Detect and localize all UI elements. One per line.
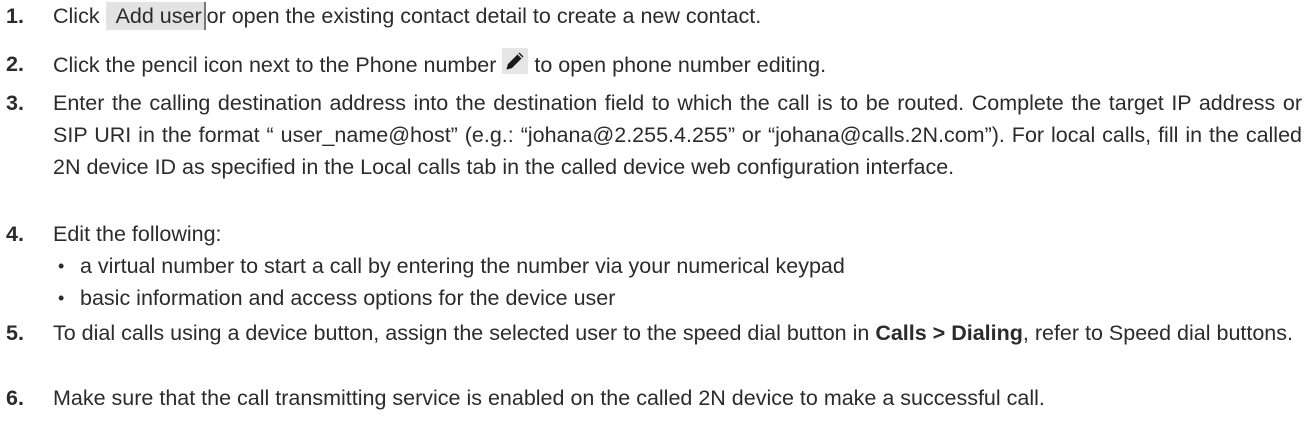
step-text-before: To dial calls using a device button, ass…: [53, 321, 876, 345]
add-user-button: Add user: [105, 2, 206, 30]
step-number: 4.: [6, 222, 24, 246]
step-number: 6.: [6, 386, 24, 410]
step-text: Edit the following: • a virtual number to…: [53, 218, 1302, 314]
pencil-icon: [502, 48, 529, 83]
bullet-icon: •: [58, 256, 65, 276]
step-number: 1.: [6, 4, 24, 28]
step-text: Click the pencil icon next to the Phone …: [53, 48, 1302, 83]
step-text-after: to open phone number editing.: [534, 53, 827, 77]
step-4: 4. Edit the following: • a virtual number…: [0, 218, 1302, 314]
step-1: 1. Click Add user or open the existing co…: [0, 0, 1302, 32]
step-6: 6. Make sure that the call transmitting …: [0, 382, 1302, 414]
step-number: 2.: [6, 52, 24, 76]
list-item: • basic information and access options fo…: [56, 282, 1302, 314]
list-item-text: a virtual number to start a call by ente…: [80, 254, 845, 278]
step-intro: Edit the following:: [53, 222, 222, 246]
step-text-after: or open the existing contact detail to c…: [206, 4, 762, 28]
step-text: Click Add user or open the existing conta…: [53, 0, 1302, 32]
step-5: 5. To dial calls using a device button, …: [0, 317, 1302, 349]
step-text: Enter the calling destination address in…: [53, 91, 1302, 179]
step-number: 5.: [6, 321, 24, 345]
instruction-steps: 1. Click Add user or open the existing co…: [0, 0, 1306, 440]
menu-path: Calls > Dialing: [875, 321, 1023, 345]
step-text: Make sure that the call transmitting ser…: [53, 386, 1045, 410]
step-3: 3. Enter the calling destination address…: [0, 87, 1302, 183]
step-number: 3.: [6, 91, 24, 115]
list-item-text: basic information and access options for…: [80, 286, 616, 310]
bullet-icon: •: [58, 288, 65, 308]
step-text-after: , refer to Speed dial buttons.: [1022, 321, 1293, 345]
step-text-before: Click: [53, 4, 106, 28]
step-text: To dial calls using a device button, ass…: [53, 317, 1302, 349]
bullet-list: • a virtual number to start a call by ent…: [53, 250, 1302, 314]
step-text-before: Click the pencil icon next to the Phone …: [53, 53, 497, 77]
list-item: • a virtual number to start a call by ent…: [56, 250, 1302, 282]
step-2: 2. Click the pencil icon next to the Pho…: [0, 48, 1302, 83]
